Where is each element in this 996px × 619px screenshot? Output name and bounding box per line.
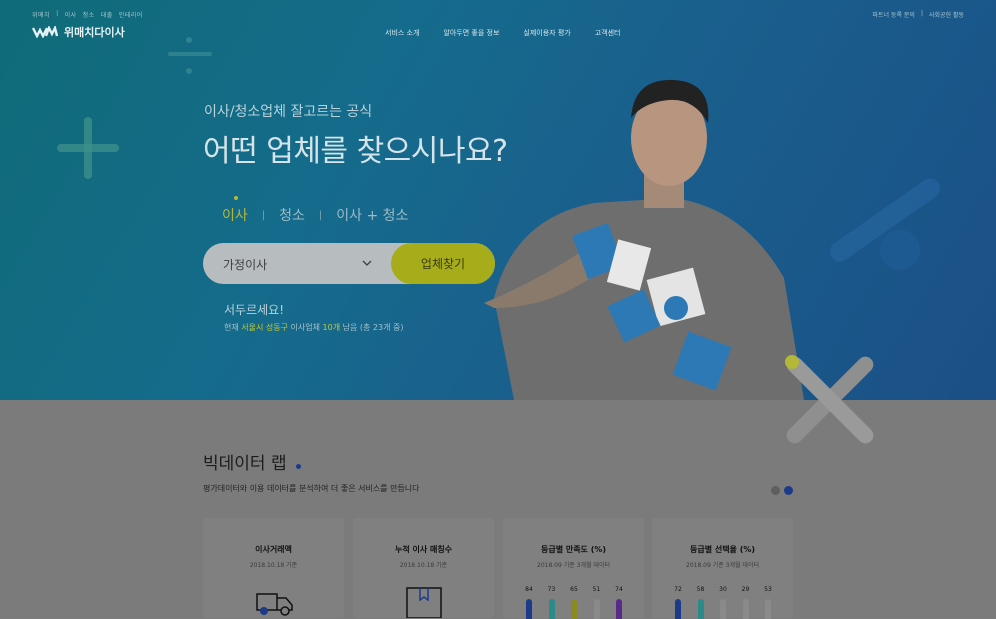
active-dot <box>234 196 238 200</box>
circle-decoration <box>880 230 920 270</box>
divide-dot-bottom <box>186 68 192 74</box>
hero-title: 어떤 업체를 찾으시나요? <box>203 134 508 169</box>
card-title: 등급별 만족도 (%) <box>540 545 607 554</box>
util-link-wematch[interactable]: 위매치 <box>32 10 50 19</box>
x-decoration <box>785 355 874 444</box>
main-nav: 서비스 소개 알아두면 좋을 정보 실제이용자 평가 고객센터 <box>385 28 621 38</box>
nav-user-reviews[interactable]: 실제이용자 평가 <box>523 28 570 38</box>
bar-value: 51 <box>589 586 605 619</box>
card-date: 2018.09 기준 3개월 데이터 <box>686 562 759 569</box>
partner-inquiry-link[interactable]: 파트너 등록 문의 <box>872 10 914 19</box>
section-title-dot <box>296 464 301 469</box>
bar-value: 73 <box>544 586 560 619</box>
box-icon <box>406 587 442 618</box>
select-value: 가정이사 <box>223 258 268 272</box>
card-date: 2018.10.18 기준 <box>249 562 298 569</box>
availability-status: 현재 서울시 성동구 이사업체 10개 남음 (총 23개 중) <box>224 323 404 332</box>
pager-dot-2[interactable] <box>784 486 793 495</box>
bar-value: 58 <box>693 586 709 619</box>
section-title: 빅데이터 랩 <box>203 454 287 474</box>
stat-card-matching[interactable]: 누적 이사 매칭수 2018.10.18 기준 <box>353 518 494 618</box>
utility-links: 위매치 | 이사 청소 대출 인테리어 <box>32 10 143 19</box>
nav-customer-center[interactable]: 고객센터 <box>595 28 621 38</box>
satisfaction-bars: 84 73 65 51 74 <box>521 586 627 619</box>
card-title: 이사거래액 <box>255 545 292 554</box>
divide-dot-top <box>186 37 192 43</box>
util-link-interior[interactable]: 인테리어 <box>119 10 143 19</box>
bar-value: 29 <box>738 586 754 619</box>
brand-logo[interactable]: 위매치다이사 <box>32 24 125 40</box>
tab-moving-cleaning[interactable]: 이사 + 청소 <box>336 205 408 225</box>
bar-value: 30 <box>715 586 731 619</box>
nav-useful-info[interactable]: 알아두면 좋을 정보 <box>443 28 499 38</box>
card-title: 누적 이사 매칭수 <box>394 545 453 554</box>
service-tabs: 이사 | 청소 | 이사 + 청소 <box>222 196 408 225</box>
util-link-loan[interactable]: 대출 <box>101 10 113 19</box>
section-subtitle: 평가데이터와 이용 데이터를 분석하여 더 좋은 서비스를 만듭니다 <box>203 484 420 493</box>
stat-card-selection[interactable]: 등급별 선택율 (%) 2018.09 기준 3개월 데이터 72 58 30 … <box>652 518 793 619</box>
stat-card-transaction[interactable]: 이사거래액 2018.10.18 기준 <box>203 518 344 618</box>
logo-mark-icon <box>32 26 58 38</box>
card-date: 2018.10.18 기준 <box>399 562 448 569</box>
utility-links-right: 파트너 등록 문의 | 사회공헌 활동 <box>872 10 964 19</box>
carousel-pager <box>771 486 793 495</box>
plus-decoration-v <box>84 117 92 179</box>
tab-cleaning[interactable]: 청소 <box>279 205 305 225</box>
bar-value: 65 <box>566 586 582 619</box>
util-link-moving[interactable]: 이사 <box>65 10 77 19</box>
selection-bars: 72 58 30 29 53 <box>670 586 776 619</box>
bar-value: 53 <box>760 586 776 619</box>
card-title: 등급별 선택율 (%) <box>689 545 756 554</box>
divide-decoration <box>168 52 212 56</box>
social-contribution-link[interactable]: 사회공헌 활동 <box>929 10 964 19</box>
util-link-cleaning[interactable]: 청소 <box>83 10 95 19</box>
nav-service-intro[interactable]: 서비스 소개 <box>385 28 419 38</box>
hurry-text: 서두르세요! <box>224 303 285 317</box>
brand-name: 위매치다이사 <box>64 26 125 39</box>
find-company-button[interactable]: 업체찾기 <box>391 243 495 284</box>
pager-dot-1[interactable] <box>771 486 780 495</box>
spokesperson-image <box>484 79 804 400</box>
card-date: 2018.09 기준 3개월 데이터 <box>537 562 610 569</box>
bar-value: 84 <box>521 586 537 619</box>
hero-subtitle: 이사/청소업체 잘고르는 공식 <box>204 104 373 120</box>
hero-banner: 위매치 | 이사 청소 대출 인테리어 파트너 등록 문의 | 사회공헌 활동 위매… <box>0 0 996 400</box>
stat-card-satisfaction[interactable]: 등급별 만족도 (%) 2018.09 기준 3개월 데이터 84 73 65 … <box>503 518 644 619</box>
truck-icon <box>256 593 293 616</box>
chevron-down-icon <box>362 260 372 266</box>
bar-value: 74 <box>611 586 627 619</box>
tab-moving[interactable]: 이사 <box>222 196 248 225</box>
bar-value: 72 <box>670 586 686 619</box>
